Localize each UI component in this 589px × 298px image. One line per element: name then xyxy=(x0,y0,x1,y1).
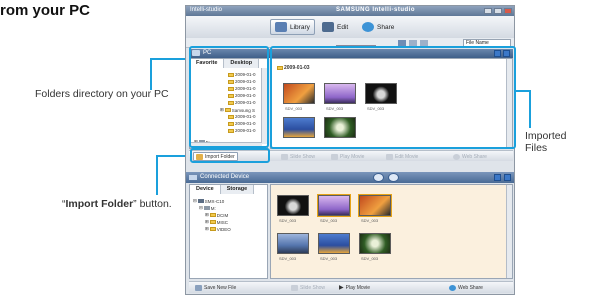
library-icon xyxy=(275,22,287,32)
share-icon xyxy=(362,22,374,32)
import-leader-v xyxy=(156,155,158,195)
tab-device[interactable]: Device xyxy=(190,185,221,194)
web-share-button[interactable]: Web Share xyxy=(451,152,489,161)
file-thumbnail[interactable] xyxy=(358,194,392,217)
device-panel-header: Connected Device xyxy=(186,172,514,183)
device-tree-tabs: Device Storage xyxy=(190,185,255,194)
folders-leader-h xyxy=(150,58,190,60)
play-movie-button[interactable]: Play Movie xyxy=(329,152,366,161)
tree-item[interactable]: ⊞ DCIM xyxy=(205,212,228,218)
imported-leader xyxy=(514,90,530,92)
device-folder-tree: Device Storage ⊟ SMX-C10 ⊟ M: ⊞ DCIM ⊞ MISC … xyxy=(189,184,268,279)
library-label: Library xyxy=(290,23,310,31)
file-thumbnail[interactable] xyxy=(277,233,309,254)
share-label: Share xyxy=(377,23,395,31)
tree-item[interactable]: ⊞ MISC xyxy=(205,219,228,225)
camcorder-icon xyxy=(197,199,204,203)
slide-show-icon xyxy=(281,153,288,160)
thumb-caption: SDV_003 xyxy=(279,218,297,223)
page-heading: rom your PC xyxy=(0,2,91,19)
close-button[interactable] xyxy=(504,8,512,14)
folders-leader xyxy=(150,58,152,90)
folder-icon xyxy=(209,213,216,217)
save-icon xyxy=(195,284,202,291)
file-thumbnail[interactable] xyxy=(277,195,309,216)
file-thumbnail[interactable] xyxy=(317,194,351,217)
tree-item[interactable]: ⊞ VIDEO xyxy=(205,226,231,232)
device-web-share-button[interactable]: Web Share xyxy=(447,283,485,292)
thumb-caption: SDV_003 xyxy=(279,256,297,261)
device-files-area: SDV_003 SDV_003 SDV_003 SDV_003 SDV_003 … xyxy=(270,184,513,279)
device-panel-minimize-icon[interactable] xyxy=(494,174,501,181)
share-button[interactable]: Share xyxy=(358,19,398,35)
folder-icon xyxy=(209,220,216,224)
import-folder-highlight-frame xyxy=(190,148,270,163)
folder-icon xyxy=(209,227,216,231)
window-title: Intelli-studio xyxy=(190,7,223,13)
device-files-scrollbar[interactable] xyxy=(506,185,512,278)
edit-button[interactable]: Edit xyxy=(318,19,352,35)
device-action-bar: Save New File Slide Show ▶ Play Movie We… xyxy=(189,281,513,293)
slide-show-button[interactable]: Slide Show xyxy=(279,152,317,161)
edit-movie-button[interactable]: Edit Movie xyxy=(384,152,420,161)
tree-item-device[interactable]: ⊟ SMX-C10 xyxy=(193,198,224,204)
web-share-icon xyxy=(453,153,460,160)
device-slide-show-button[interactable]: Slide Show xyxy=(289,283,327,292)
tab-storage[interactable]: Storage xyxy=(220,185,255,194)
web-share-icon xyxy=(449,284,456,291)
title-bar: Intelli-studio SAMSUNG Intelli-studio xyxy=(186,6,514,16)
device-play-movie-button[interactable]: ▶ Play Movie xyxy=(337,283,372,292)
main-toolbar: Library Edit Share xyxy=(186,16,514,38)
imported-files-callout: Imported Files xyxy=(525,130,567,154)
device-panel-title: Connected Device xyxy=(200,174,250,180)
edit-label: Edit xyxy=(337,23,349,31)
edit-icon xyxy=(322,22,334,32)
library-button[interactable]: Library xyxy=(270,19,315,35)
folders-highlight-frame xyxy=(189,46,269,148)
thumb-caption: SDV_003 xyxy=(361,256,379,261)
play-icon xyxy=(331,153,338,160)
slide-show-icon xyxy=(291,284,298,291)
import-folder-callout-rest: button. xyxy=(139,198,172,210)
camcorder-icon xyxy=(189,175,197,180)
up-arrow-icon[interactable] xyxy=(373,173,384,182)
import-folder-callout: “Import Folder” button. xyxy=(62,198,172,210)
edit-movie-icon xyxy=(386,153,393,160)
file-thumbnail[interactable] xyxy=(318,233,350,254)
down-arrow-icon[interactable] xyxy=(388,173,399,182)
thumb-caption: SDV_003 xyxy=(320,218,338,223)
file-thumbnail[interactable] xyxy=(359,233,391,254)
maximize-button[interactable] xyxy=(494,8,502,14)
play-icon: ▶ xyxy=(339,285,344,291)
minimize-button[interactable] xyxy=(484,8,492,14)
save-new-file-button[interactable]: Save New File xyxy=(193,283,238,292)
thumb-caption: SDV_003 xyxy=(361,218,379,223)
drive-icon xyxy=(203,206,210,210)
device-panel-maximize-icon[interactable] xyxy=(504,174,511,181)
tree-item[interactable]: ⊟ M: xyxy=(199,205,216,211)
import-folder-callout-bold: Import Folder xyxy=(65,198,134,210)
thumb-caption: SDV_003 xyxy=(320,256,338,261)
brand-logo: SAMSUNG Intelli-studio xyxy=(336,7,415,13)
imported-leader-v xyxy=(529,90,531,128)
imported-files-highlight-frame xyxy=(270,46,516,149)
